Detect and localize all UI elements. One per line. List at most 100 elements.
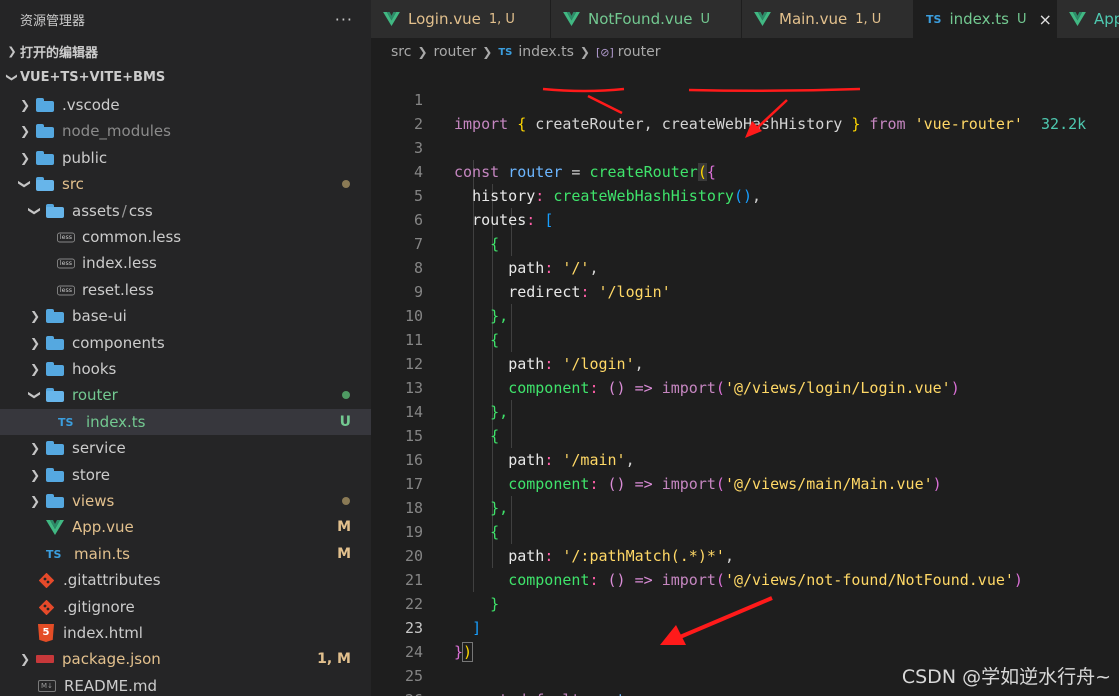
tab-main-vue[interactable]: Main.vue 1, U	[742, 0, 914, 38]
project-label: VUE+TS+VITE+BMS	[20, 69, 166, 85]
tab-status-badge: 1, U	[488, 11, 515, 27]
tree-item-label: components	[72, 334, 165, 352]
tree-item-reset-less[interactable]: less reset.less	[0, 277, 371, 303]
breadcrumb-item[interactable]: router	[618, 44, 661, 60]
git-status-badge: U	[339, 414, 351, 430]
code-line: 20 component: () => import('@/views/not-…	[371, 520, 1119, 589]
folder-open-icon	[36, 177, 54, 191]
chevron-down-icon: ❯	[18, 178, 32, 190]
tree-item-index-ts[interactable]: TS index.ts U	[0, 409, 371, 435]
folder-open-icon	[46, 204, 64, 218]
untracked-dot-icon	[342, 391, 350, 399]
tab-label: Login.vue	[408, 10, 481, 28]
tree-item-public[interactable]: ❯ public	[0, 145, 371, 171]
tree-item-index-html[interactable]: 5 index.html	[0, 620, 371, 646]
chevron-right-icon: ❯	[7, 44, 17, 58]
git-status-badge: 1, M	[317, 651, 351, 667]
code-line: 21 }	[371, 544, 1119, 613]
chevron-right-icon: ❯	[579, 45, 590, 59]
project-section[interactable]: ❯ VUE+TS+VITE+BMS	[0, 64, 371, 90]
code-line: 13 },	[371, 352, 1119, 421]
code-line: 1 import { createRouter, createWebHashHi…	[371, 64, 1119, 133]
tree-item-label: index.html	[63, 624, 143, 642]
path-separator: /	[121, 202, 127, 220]
tree-item-src[interactable]: ❯ src	[0, 171, 371, 197]
tab-app-vue[interactable]: App	[1057, 0, 1119, 38]
tree-item-node-modules[interactable]: ❯ node_modules	[0, 118, 371, 144]
open-editors-label: 打开的编辑器	[20, 45, 99, 61]
chevron-right-icon: ❯	[29, 309, 41, 323]
tree-item-store[interactable]: ❯ store	[0, 462, 371, 488]
tree-item-base-ui[interactable]: ❯ base-ui	[0, 303, 371, 329]
modified-dot-icon	[342, 180, 350, 188]
watermark: CSDN @学如逆水行舟~	[901, 666, 1111, 688]
tab-login-vue[interactable]: Login.vue 1, U	[371, 0, 551, 38]
tree-item-common-less[interactable]: less common.less	[0, 224, 371, 250]
git-file-icon	[38, 599, 54, 615]
tree-item-main-ts[interactable]: TS main.ts M	[0, 541, 371, 567]
npm-file-icon	[36, 655, 54, 663]
typescript-file-icon: TS	[46, 547, 62, 561]
tree-item-assets-css[interactable]: ❯ assets / css	[0, 198, 371, 224]
vue-file-icon	[1069, 12, 1086, 26]
breadcrumb-item[interactable]: router	[434, 44, 477, 60]
vue-file-icon	[383, 12, 400, 26]
tree-item-label: package.json	[62, 650, 161, 668]
breadcrumb-item[interactable]: index.ts	[518, 44, 574, 60]
tree-item-label: App.vue	[72, 518, 134, 536]
tree-item-label: main.ts	[74, 545, 130, 563]
tree-item-index-less[interactable]: less index.less	[0, 250, 371, 276]
breadcrumb: src ❯ router ❯ TS index.ts ❯ [⊘] router	[371, 38, 1119, 66]
tree-item-label: common.less	[82, 228, 182, 246]
less-file-icon: less	[57, 232, 75, 242]
breadcrumb-item[interactable]: src	[391, 44, 411, 60]
vue-file-icon	[563, 12, 580, 26]
tree-item-package-json[interactable]: ❯ package.json 1, M	[0, 646, 371, 672]
tree-item-label: router	[72, 386, 118, 404]
tree-item-router[interactable]: ❯ router	[0, 382, 371, 408]
tree-item-gitignore[interactable]: .gitignore	[0, 594, 371, 620]
code-line: 10 {	[371, 280, 1119, 349]
tree-item-components[interactable]: ❯ components	[0, 330, 371, 356]
line-number: 26	[371, 688, 423, 696]
open-editors-section[interactable]: ❯ 打开的编辑器	[0, 38, 371, 64]
tree-item-hooks[interactable]: ❯ hooks	[0, 356, 371, 382]
code-line: 25 export default router	[371, 640, 1119, 696]
more-actions-icon[interactable]: ···	[335, 10, 353, 29]
code-line: 22 ]	[371, 568, 1119, 637]
tab-status-badge: 1, U	[855, 11, 882, 27]
code-editor[interactable]: 1 import { createRouter, createWebHashHi…	[371, 64, 1119, 696]
code-line: 6 {	[371, 184, 1119, 253]
tree-item-readme[interactable]: M↓ README.md	[0, 673, 371, 696]
folder-icon	[46, 441, 64, 455]
editor-tabs: Login.vue 1, U NotFound.vue U Main.vue 1…	[371, 0, 1119, 38]
tree-item-views[interactable]: ❯ views	[0, 488, 371, 514]
folder-icon	[46, 468, 64, 482]
chevron-right-icon: ❯	[29, 494, 41, 508]
tree-item-label: index.ts	[86, 413, 146, 431]
tree-item-vscode[interactable]: ❯ .vscode	[0, 92, 371, 118]
tab-notfound-vue[interactable]: NotFound.vue U	[551, 0, 742, 38]
tab-label: Main.vue	[779, 10, 848, 28]
code-line: 11 path: '/login',	[371, 304, 1119, 373]
tree-item-label: node_modules	[62, 122, 171, 140]
chevron-right-icon: ❯	[19, 652, 31, 666]
typescript-file-icon: TS	[498, 46, 513, 58]
tree-item-label: views	[72, 492, 115, 510]
tab-status-badge: U	[1016, 11, 1027, 27]
tree-item-gitattributes[interactable]: .gitattributes	[0, 567, 371, 593]
tree-item-label: README.md	[64, 677, 158, 695]
chevron-right-icon: ❯	[29, 362, 41, 376]
folder-icon	[46, 362, 64, 376]
tree-item-service[interactable]: ❯ service	[0, 435, 371, 461]
folder-icon	[36, 98, 54, 112]
close-icon[interactable]: ×	[1038, 10, 1051, 29]
variable-symbol-icon: [⊘]	[595, 45, 614, 59]
typescript-file-icon: TS	[58, 415, 74, 429]
tab-index-ts[interactable]: TS index.ts U ×	[914, 0, 1057, 38]
chevron-down-icon: ❯	[28, 389, 42, 401]
chevron-right-icon: ❯	[29, 468, 41, 482]
tree-item-app-vue[interactable]: App.vue M	[0, 514, 371, 540]
tab-label: App	[1094, 10, 1119, 28]
tree-item-label: assets	[72, 202, 120, 220]
